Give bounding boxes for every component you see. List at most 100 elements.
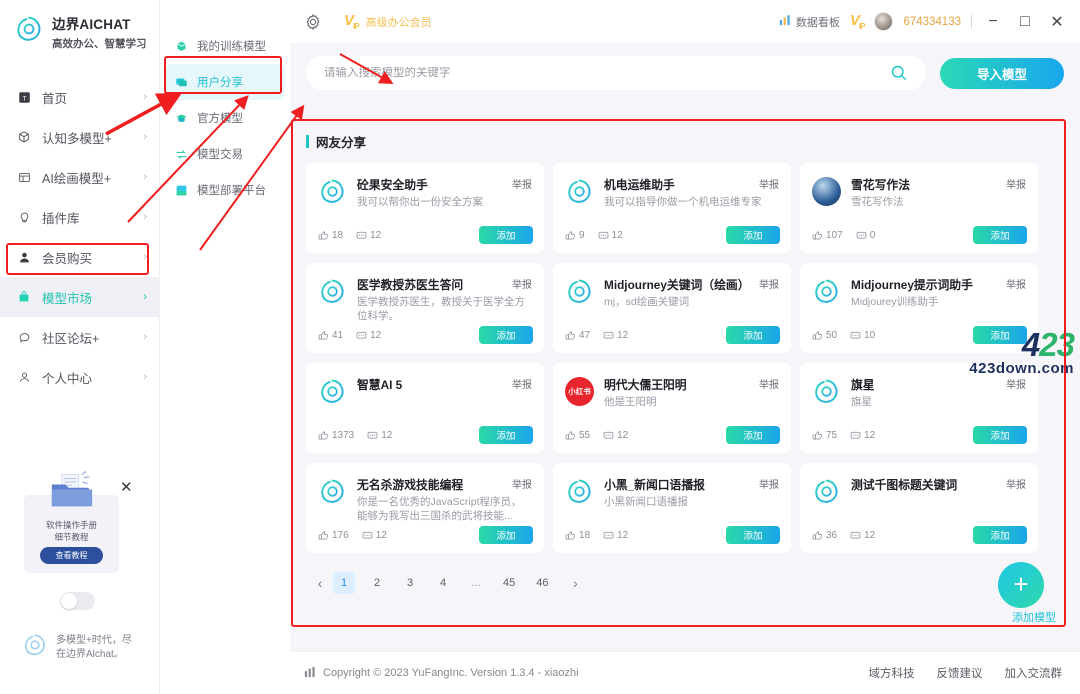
panel-title: 网友分享	[316, 136, 367, 150]
report-link[interactable]: 举报	[1006, 376, 1026, 391]
add-model-button[interactable]: 添加	[479, 526, 533, 544]
dashboard-button[interactable]: 数据看板	[779, 14, 840, 30]
report-link[interactable]: 举报	[512, 176, 532, 191]
add-model-button[interactable]: 添加	[973, 526, 1027, 544]
card-description: 他是王阳明	[604, 396, 657, 408]
sidebar-item-ai-drawing[interactable]: AI绘画模型+ ›	[0, 157, 159, 197]
page-number-button[interactable]: 1	[333, 572, 355, 594]
sidebar-item-model-market[interactable]: 模型市场 ›	[0, 277, 159, 317]
sidebar-item-community-forum[interactable]: 社区论坛+ ›	[0, 317, 159, 357]
close-icon[interactable]: ✕	[120, 478, 133, 496]
maximize-button[interactable]: □	[1014, 11, 1036, 33]
add-model-button[interactable]: 添加	[726, 326, 780, 344]
spiral-logo-icon	[318, 177, 347, 206]
page-number-button[interactable]: 3	[399, 572, 421, 594]
card-title: Midjourney关键词（绘画）	[604, 278, 750, 292]
footer-link-company[interactable]: 域方科技	[869, 665, 915, 681]
promo-card[interactable]: 软件操作手册 细节教程 查看教程	[24, 471, 119, 573]
card-description: 医学教授苏医生，教授关于医学全方位科学。	[357, 296, 525, 322]
comment-icon	[850, 530, 861, 541]
page-number-button[interactable]: 2	[366, 572, 388, 594]
footer-link-join-group[interactable]: 加入交流群	[1005, 665, 1063, 681]
report-link[interactable]: 举报	[512, 476, 532, 491]
report-link[interactable]: 举报	[1006, 276, 1026, 291]
card-text: 测试千图标题关键词	[851, 476, 1026, 495]
user-id[interactable]: 674334133	[903, 16, 961, 28]
view-tutorial-button[interactable]: 查看教程	[40, 547, 103, 564]
spiral-logo-icon	[318, 277, 347, 306]
comment-icon	[598, 230, 609, 241]
model-card[interactable]: 砼果安全助手 我可以帮你出一份安全方案 举报 18 12 添加	[306, 163, 544, 253]
report-link[interactable]: 举报	[759, 276, 779, 291]
model-card[interactable]: Midjourney提示词助手 Midjourey训练助手 举报 50 10 添…	[800, 263, 1038, 353]
close-button[interactable]: ✕	[1046, 11, 1068, 33]
vip-badge-icon-2[interactable]: VIP	[850, 12, 866, 31]
report-link[interactable]: 举报	[1006, 176, 1026, 191]
search-icon[interactable]	[890, 64, 908, 82]
model-card[interactable]: 雪花写作法 雪花写作法 举报 107 0 添加	[800, 163, 1038, 253]
report-link[interactable]: 举报	[1006, 476, 1026, 491]
sidebar-item-plugin-library[interactable]: 插件库 ›	[0, 197, 159, 237]
minimize-button[interactable]: −	[982, 11, 1004, 33]
sidebar-item-multi-model[interactable]: 认知多模型+ ›	[0, 117, 159, 157]
submenu-label: 模型部署平台	[197, 185, 266, 197]
submenu-item-official-models[interactable]: 官方模型	[166, 100, 284, 136]
page-next-button[interactable]: ›	[565, 572, 587, 594]
model-card[interactable]: 旗星 旗星 举报 75 12 添加	[800, 363, 1038, 453]
add-model-button[interactable]: 添加	[973, 226, 1027, 244]
svg-text:T: T	[22, 95, 26, 102]
add-model-button[interactable]: 添加	[726, 226, 780, 244]
footer-link-feedback[interactable]: 反馈建议	[937, 665, 983, 681]
add-model-button[interactable]: 添加	[726, 426, 780, 444]
model-card[interactable]: 测试千图标题关键词 举报 36 12 添加	[800, 463, 1038, 553]
search-input[interactable]	[306, 67, 926, 79]
add-model-button[interactable]: 添加	[973, 426, 1027, 444]
model-card[interactable]: 小黑_新闻口语播报 小黑新闻口语播报 举报 18 12 添加	[553, 463, 791, 553]
gear-icon[interactable]	[304, 13, 322, 31]
sidebar-item-personal-center[interactable]: 个人中心 ›	[0, 357, 159, 397]
theme-toggle[interactable]	[60, 592, 95, 610]
page-number-button[interactable]: 46	[531, 572, 553, 594]
add-model-button[interactable]: 添加	[726, 526, 780, 544]
submenu-item-my-trained-models[interactable]: 我的训练模型	[166, 28, 284, 64]
folder-doc-icon	[44, 471, 100, 513]
divider	[971, 15, 972, 28]
panel-accent-bar	[306, 135, 309, 148]
spiral-logo-icon	[812, 477, 841, 506]
model-card[interactable]: 机电运维助手 我可以指导你做一个机电运维专家 举报 9 12 添加	[553, 163, 791, 253]
report-link[interactable]: 举报	[759, 176, 779, 191]
model-card[interactable]: 智慧AI 5 举报 1373 12 添加	[306, 363, 544, 453]
add-model-label[interactable]: 添加模型	[1012, 609, 1056, 625]
model-card[interactable]: 医学教授苏医生答问 医学教授苏医生，教授关于医学全方位科学。 举报 41 12 …	[306, 263, 544, 353]
vip-banner[interactable]: VIP 高级办公会员	[344, 12, 432, 31]
add-model-button[interactable]: 添加	[479, 326, 533, 344]
comment-count: 12	[367, 430, 392, 441]
model-card[interactable]: Midjourney关键词（绘画） mj，sd绘画关键词 举报 47 12 添加	[553, 263, 791, 353]
page-number-button[interactable]: 4	[432, 572, 454, 594]
report-link[interactable]: 举报	[512, 376, 532, 391]
avatar[interactable]	[874, 12, 894, 31]
add-model-button[interactable]: 添加	[973, 326, 1027, 344]
add-model-button[interactable]: 添加	[479, 426, 533, 444]
like-count: 75	[812, 430, 837, 441]
report-link[interactable]: 举报	[759, 376, 779, 391]
import-model-button[interactable]: 导入模型	[940, 57, 1064, 89]
submenu-item-model-trade[interactable]: 模型交易	[166, 136, 284, 172]
model-card[interactable]: 小红书 明代大儒王阳明 他是王阳明 举报 55 12 添加	[553, 363, 791, 453]
add-model-button[interactable]: 添加	[479, 226, 533, 244]
sidebar-item-home[interactable]: T 首页 ›	[0, 77, 159, 117]
toggle-knob	[61, 593, 77, 609]
page-number-button[interactable]: 45	[498, 572, 520, 594]
page-prev-button[interactable]: ‹	[309, 572, 331, 594]
sidebar-item-membership[interactable]: 会员购买 ›	[0, 237, 159, 277]
model-card[interactable]: 无名杀游戏技能编程 你是一名优秀的JavaScript程序员，能够为我写出三国杀…	[306, 463, 544, 553]
search-box[interactable]	[306, 56, 926, 90]
submenu-item-deploy-platform[interactable]: 模型部署平台	[166, 172, 284, 208]
submenu-item-user-share[interactable]: 用户分享	[166, 64, 284, 100]
report-link[interactable]: 举报	[759, 476, 779, 491]
card-text: Midjourney提示词助手 Midjourey训练助手	[851, 276, 1026, 309]
report-link[interactable]: 举报	[512, 276, 532, 291]
add-model-fab[interactable]: +	[998, 562, 1044, 608]
comment-count: 12	[356, 330, 381, 341]
card-title: Midjourney提示词助手	[851, 278, 973, 292]
